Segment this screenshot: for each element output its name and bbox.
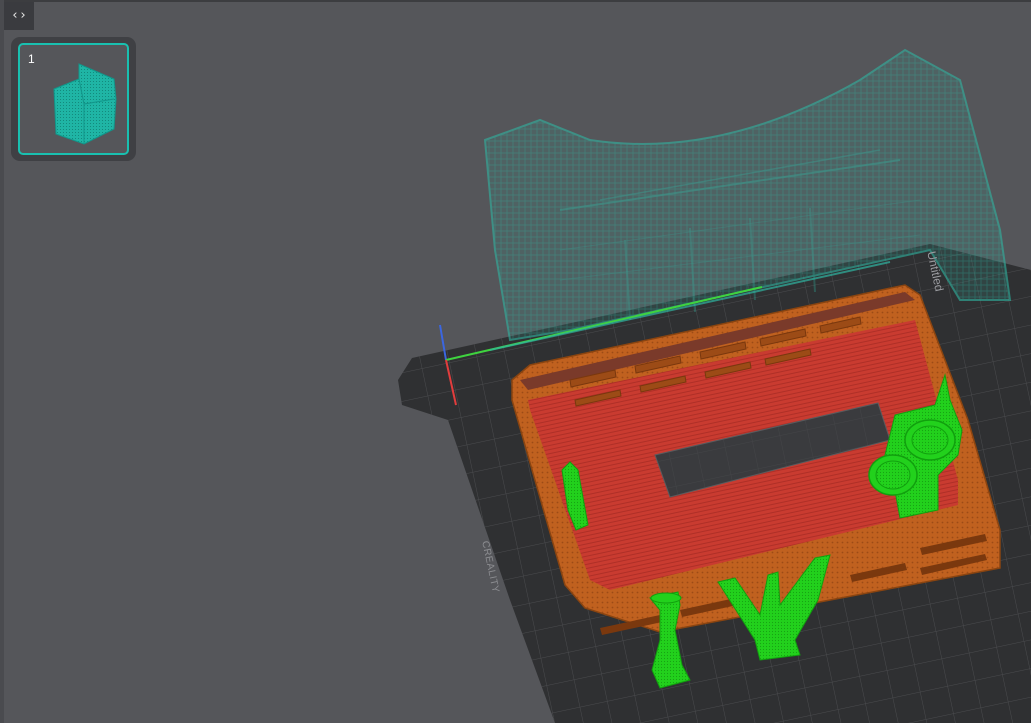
- plate-number: 1: [28, 52, 35, 66]
- collapse-sidebar-button[interactable]: ‹›: [4, 2, 34, 30]
- 3d-viewport[interactable]: [0, 0, 1031, 723]
- model-thumbnail-icon: [53, 63, 117, 145]
- collapse-toggle-icon: ‹›: [11, 8, 27, 23]
- plate-thumbnail-1[interactable]: 1: [11, 37, 136, 161]
